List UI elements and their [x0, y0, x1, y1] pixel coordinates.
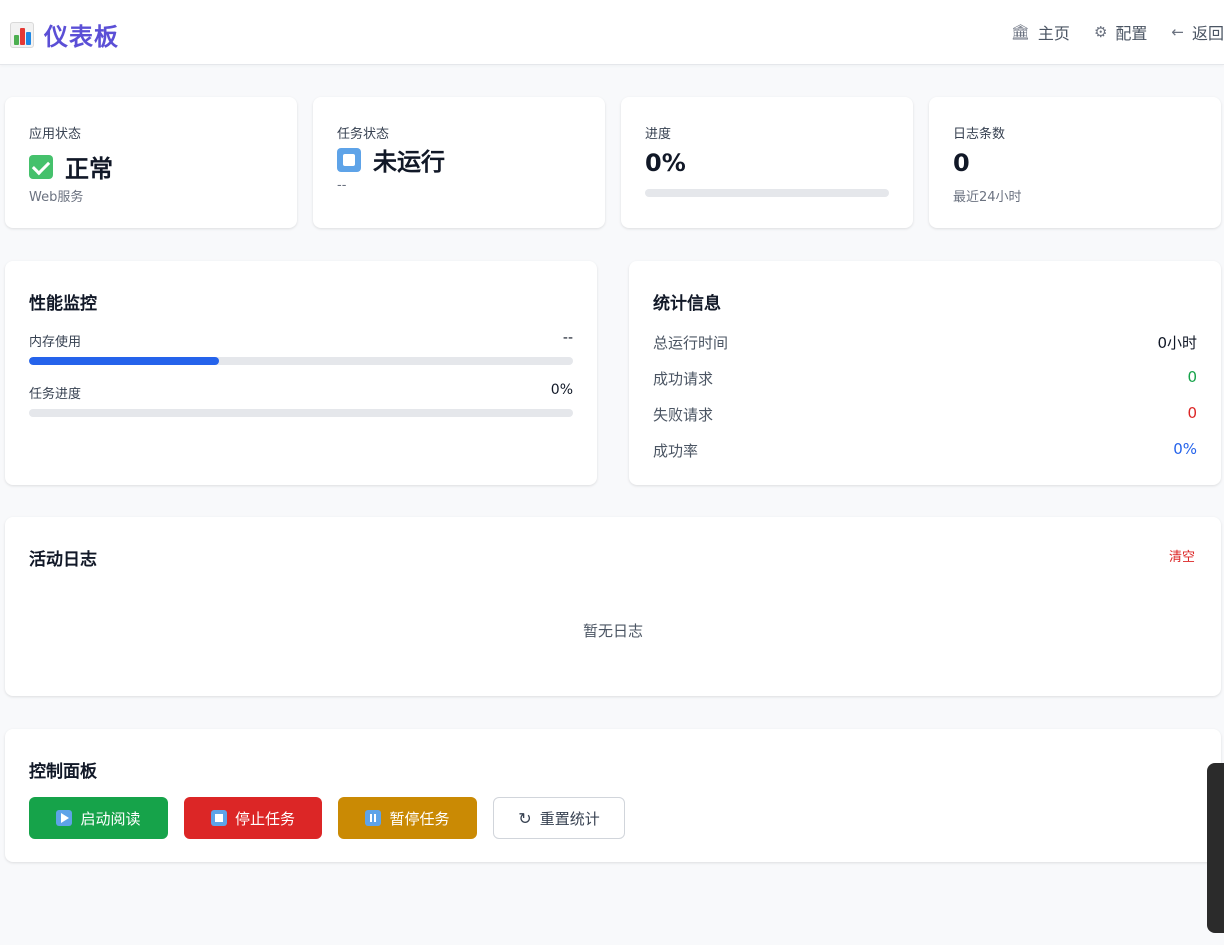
statistics-title: 统计信息 — [653, 294, 721, 314]
performance-card: 性能监控 内存使用 -- 任务进度 0% — [5, 261, 597, 485]
stat-row-label: 失败请求 — [653, 406, 714, 424]
play-icon — [56, 810, 73, 826]
task-progress-value: 0% — [550, 382, 573, 398]
check-icon — [29, 154, 53, 179]
activity-log-card: 活动日志 清空 暂无日志 — [5, 517, 1221, 696]
pause-task-label: 暂停任务 — [389, 809, 450, 828]
nav-back[interactable]: ← 返回 — [1171, 20, 1224, 44]
empty-log-message: 暂无日志 — [582, 622, 643, 640]
reset-stats-label: 重置统计 — [539, 809, 600, 828]
stop-icon — [337, 147, 361, 172]
arrow-left-icon: ← — [1171, 23, 1184, 41]
app-status-value-row: 正常 — [29, 149, 113, 184]
page-title: 仪表板 — [44, 23, 119, 51]
bank-icon: 🏛 — [1010, 23, 1030, 41]
nav-config-label: 配置 — [1115, 24, 1148, 43]
stat-row-label: 总运行时间 — [653, 334, 729, 352]
app-status-sub: Web服务 — [29, 190, 84, 205]
top-nav: 🏛 主页 ⚙ 配置 ← 返回 — [1011, 20, 1224, 44]
stat-row-label: 成功请求 — [653, 370, 714, 388]
task-status-label: 任务状态 — [337, 127, 390, 142]
bar-chart-icon — [10, 21, 34, 48]
app-status-label: 应用状态 — [29, 127, 82, 142]
nav-back-label: 返回 — [1191, 24, 1224, 43]
stat-row-value: 0 — [1187, 368, 1197, 386]
memory-value: -- — [562, 330, 573, 346]
task-status-card: 任务状态 未运行 -- — [313, 97, 605, 228]
task-progress-label: 任务进度 — [29, 387, 82, 402]
side-panel-handle[interactable] — [1207, 763, 1224, 933]
control-panel-card: 控制面板 启动阅读 停止任务 暂停任务 ↻ 重置统计 — [5, 729, 1221, 862]
activity-log-title: 活动日志 — [29, 550, 97, 570]
memory-bar-fill — [29, 357, 220, 365]
stat-row-value: 0% — [1173, 440, 1197, 458]
task-status-value: 未运行 — [373, 148, 445, 176]
reset-stats-button[interactable]: ↻ 重置统计 — [493, 797, 625, 839]
start-reading-label: 启动阅读 — [80, 809, 141, 828]
pause-task-button[interactable]: 暂停任务 — [338, 797, 477, 839]
stop-task-label: 停止任务 — [234, 809, 295, 828]
stat-row-value: 0 — [1187, 404, 1197, 422]
gear-icon: ⚙ — [1093, 23, 1108, 41]
stat-row-value: 0小时 — [1157, 334, 1197, 352]
nav-home[interactable]: 🏛 主页 — [1011, 20, 1070, 44]
control-panel-title: 控制面板 — [29, 762, 97, 782]
brand[interactable]: 仪表板 — [10, 17, 119, 52]
pause-icon — [365, 810, 382, 826]
clear-log-button[interactable]: 清空 — [1169, 546, 1195, 565]
log-count-label: 日志条数 — [953, 127, 1006, 142]
stat-row-label: 成功率 — [653, 442, 699, 460]
app-status-card: 应用状态 正常 Web服务 — [5, 97, 297, 228]
app-status-value: 正常 — [65, 155, 113, 183]
log-count-sub: 最近24小时 — [953, 190, 1022, 205]
start-reading-button[interactable]: 启动阅读 — [29, 797, 168, 839]
stop-task-button[interactable]: 停止任务 — [184, 797, 322, 839]
nav-config[interactable]: ⚙ 配置 — [1094, 20, 1147, 44]
nav-home-label: 主页 — [1037, 24, 1070, 43]
refresh-icon: ↻ — [518, 808, 532, 828]
top-header: 仪表板 🏛 主页 ⚙ 配置 ← 返回 — [0, 0, 1224, 65]
memory-bar — [29, 357, 573, 365]
statistics-card: 统计信息 总运行时间 0小时 成功请求 0 失败请求 0 成功率 0% — [629, 261, 1221, 485]
stop-icon — [210, 810, 227, 826]
progress-value: 0% — [645, 149, 686, 177]
task-status-sub: -- — [337, 178, 347, 193]
progress-bar — [645, 189, 889, 197]
task-progress-bar — [29, 409, 573, 417]
performance-title: 性能监控 — [29, 294, 97, 314]
log-count-value: 0 — [953, 149, 970, 177]
task-status-value-row: 未运行 — [337, 142, 445, 177]
log-count-card: 日志条数 0 最近24小时 — [929, 97, 1221, 228]
memory-label: 内存使用 — [29, 335, 82, 350]
progress-card: 进度 0% — [621, 97, 913, 228]
progress-label: 进度 — [645, 127, 672, 142]
